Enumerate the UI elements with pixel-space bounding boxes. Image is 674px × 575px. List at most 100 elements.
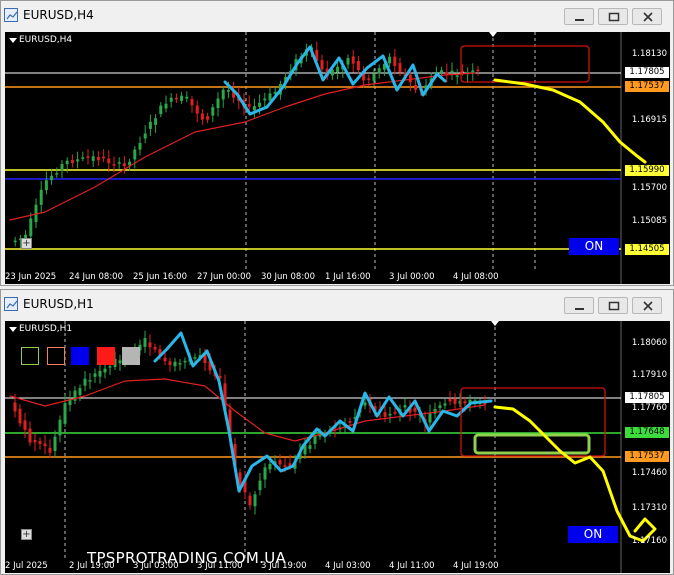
- candle-body: [320, 60, 324, 70]
- price-badge-level: 1.17648: [625, 427, 669, 438]
- color-swatch-gray[interactable]: [122, 347, 140, 365]
- price-chart-h1[interactable]: EURUSD,H1 1.18060 1.17910 1.17760 1.1746…: [5, 321, 670, 573]
- candle-body: [377, 68, 381, 74]
- candle-body: [263, 98, 267, 101]
- candle-body: [463, 401, 467, 404]
- minimize-icon: [575, 19, 584, 21]
- price-tick: 1.17460: [631, 468, 667, 478]
- symbol-label: EURUSD,H4: [19, 35, 73, 45]
- candle-body: [438, 405, 442, 409]
- candle-body: [29, 218, 33, 237]
- candle-body: [393, 412, 397, 414]
- candle-body: [180, 95, 184, 101]
- candle-body: [428, 413, 432, 423]
- window-titlebar[interactable]: EURUSD,H4: [1, 1, 673, 31]
- add-indicator-icon[interactable]: +: [21, 238, 32, 249]
- candle-body: [117, 162, 121, 164]
- candle-body: [178, 363, 182, 365]
- on-button[interactable]: ON: [569, 238, 619, 255]
- color-swatch-blue[interactable]: [71, 347, 89, 365]
- minimize-button[interactable]: [564, 297, 594, 314]
- price-tick: 1.17160: [631, 536, 667, 546]
- candle-body: [143, 338, 147, 347]
- moving-average-line: [9, 72, 476, 221]
- time-tick: 27 Jun 00:00: [197, 272, 251, 282]
- price-chart-h4[interactable]: EURUSD,H4 1.18130 1.16915 1.15700 1.1508…: [5, 32, 670, 284]
- candle-body: [443, 403, 447, 406]
- candle-body: [173, 361, 177, 367]
- chart-window-icon: [4, 297, 18, 311]
- candle-body: [372, 73, 376, 81]
- price-tick: 1.15085: [631, 216, 667, 226]
- maximize-button[interactable]: [598, 8, 628, 25]
- candle-body: [195, 105, 199, 114]
- zone-box: [460, 45, 590, 83]
- candle-body: [108, 366, 112, 368]
- candle-body: [28, 428, 32, 443]
- candle-body: [268, 463, 272, 470]
- close-button[interactable]: [632, 8, 662, 25]
- candle-body: [183, 360, 187, 363]
- candle-body: [221, 89, 225, 100]
- candle-body: [414, 85, 418, 90]
- candle-body: [211, 107, 215, 116]
- close-button[interactable]: [632, 297, 662, 314]
- candle-body: [128, 161, 132, 166]
- candle-body: [88, 380, 92, 382]
- candle-body: [445, 72, 449, 75]
- candle-body: [18, 408, 22, 424]
- candle-body: [336, 66, 340, 73]
- candle-body: [393, 56, 397, 66]
- candle-body: [248, 495, 252, 506]
- candle-body: [78, 388, 82, 395]
- minimize-button[interactable]: [564, 8, 594, 25]
- price-scale[interactable]: 1.18130 1.16915 1.15700 1.15085 1.17805 …: [621, 32, 670, 284]
- time-tick: 2 Jul 2025: [5, 561, 48, 571]
- candle-body: [283, 465, 287, 468]
- maximize-icon: [608, 301, 620, 311]
- time-tick: 4 Jul 19:00: [453, 561, 499, 571]
- candle-body: [356, 60, 360, 71]
- chart-window-h4: EURUSD,H4 EURUSD,H4 1.18130 1.16915 1.15…: [0, 0, 674, 286]
- color-swatch-salmon[interactable]: [47, 347, 65, 365]
- candle-body: [138, 142, 142, 150]
- candle-body: [55, 173, 59, 175]
- price-scale[interactable]: 1.18060 1.17910 1.17760 1.17460 1.17310 …: [621, 321, 670, 573]
- candle-body: [65, 160, 69, 165]
- candle-body: [38, 441, 42, 444]
- chart-window-h1: EURUSD,H1 EURUSD,H1 1.18060 1.17910 1.17…: [0, 289, 674, 575]
- candle-body: [313, 435, 317, 444]
- symbol-menu-icon[interactable]: [9, 327, 17, 332]
- color-swatch-green[interactable]: [21, 347, 39, 365]
- candle-body: [258, 480, 262, 491]
- time-tick: 4 Jul 11:00: [389, 561, 435, 571]
- color-swatch-red[interactable]: [97, 347, 115, 365]
- maximize-button[interactable]: [598, 297, 628, 314]
- symbol-label: EURUSD,H1: [19, 324, 73, 334]
- shift-marker-icon: [489, 32, 497, 37]
- price-badge-level: 1.15990: [625, 165, 669, 176]
- time-tick: 30 Jun 08:00: [261, 272, 315, 282]
- candle-body: [39, 189, 43, 205]
- candle-body: [98, 370, 102, 377]
- candle-body: [440, 70, 444, 73]
- candle-body: [91, 156, 95, 161]
- candle-body: [63, 403, 67, 424]
- add-indicator-icon[interactable]: +: [21, 529, 32, 540]
- time-axis[interactable]: 23 Jun 2025 24 Jun 08:00 25 Jun 16:00 27…: [5, 270, 621, 284]
- time-tick: 3 Jul 00:00: [389, 272, 435, 282]
- candle-body: [206, 116, 210, 120]
- window-titlebar[interactable]: EURUSD,H1: [1, 290, 673, 320]
- candle-body: [50, 175, 54, 181]
- candle-body: [60, 163, 64, 171]
- candle-body: [168, 361, 172, 365]
- candle-body: [408, 74, 412, 83]
- candle-body: [53, 436, 57, 452]
- candle-body: [153, 347, 157, 350]
- on-button[interactable]: ON: [568, 526, 618, 543]
- candle-body: [450, 70, 454, 73]
- price-tick: 1.15700: [631, 183, 667, 193]
- symbol-menu-icon[interactable]: [9, 38, 17, 43]
- candle-body: [44, 180, 48, 191]
- candle-body: [23, 420, 27, 430]
